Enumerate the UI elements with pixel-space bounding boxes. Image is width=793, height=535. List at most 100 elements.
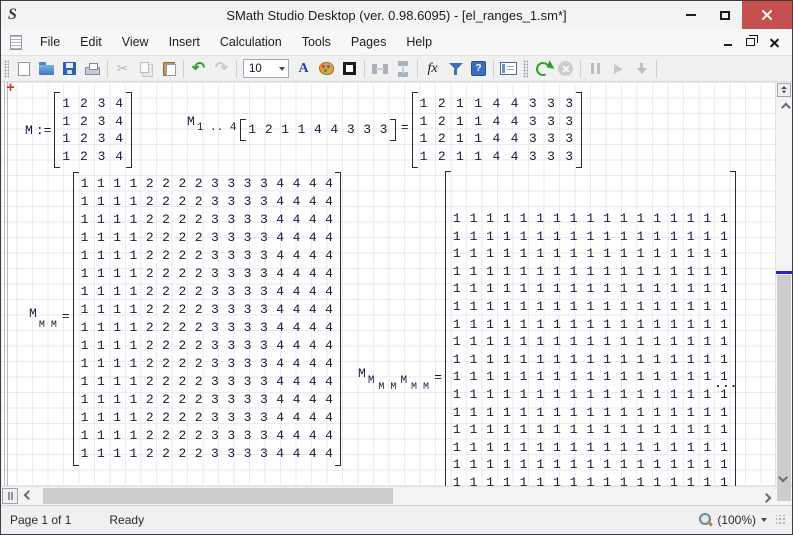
mdi-restore-icon[interactable] xyxy=(746,38,755,46)
expression-m-definition[interactable]: M := 1 2 3 4 1 2 3 4 1 2 3 4 1 2 3 4 xyxy=(25,92,132,168)
insert-function-button[interactable]: fx xyxy=(421,58,444,79)
palette-icon xyxy=(319,62,334,75)
menu-bar: File Edit View Insert Calculation Tools … xyxy=(1,29,792,56)
result-matrix-4x9: 1 2 1 1 4 4 3 3 3 1 2 1 1 4 4 3 3 3 1 2 … xyxy=(412,92,583,168)
recalculate-button[interactable] xyxy=(531,58,554,79)
split-right-icon xyxy=(11,492,13,500)
cut-button[interactable]: ✂ xyxy=(111,58,134,79)
math-subscript: M M xyxy=(37,320,59,331)
pause-icon xyxy=(591,63,600,74)
menu-insert[interactable]: Insert xyxy=(159,29,210,55)
toolbar-grip[interactable] xyxy=(523,60,528,78)
border-button[interactable] xyxy=(338,58,361,79)
vertical-scrollbar[interactable] xyxy=(775,82,792,486)
menu-view[interactable]: View xyxy=(112,29,159,55)
close-button[interactable] xyxy=(742,1,792,29)
index-vector-matrix: 1 2 1 1 4 4 3 3 3 xyxy=(240,119,395,141)
pause-button[interactable] xyxy=(584,58,607,79)
save-button[interactable] xyxy=(58,58,81,79)
step-button[interactable] xyxy=(630,58,653,79)
toolbar-separator xyxy=(580,60,581,78)
chevron-left-icon xyxy=(23,490,33,500)
chevron-up-icon xyxy=(780,102,790,112)
font-size-combo[interactable]: 10 xyxy=(243,59,289,78)
background-color-button[interactable] xyxy=(315,58,338,79)
math-subscript: M xyxy=(398,375,409,387)
math-subscript-range: 1 .. 4 xyxy=(195,122,239,134)
step-down-icon xyxy=(637,63,647,74)
title-bar: S SMath Studio Desktop (ver. 0.98.6095) … xyxy=(1,1,792,29)
chevron-right-icon xyxy=(761,492,771,502)
vertical-scroll-track[interactable] xyxy=(776,116,792,468)
minimize-button[interactable] xyxy=(674,1,708,29)
paste-button[interactable] xyxy=(157,58,180,79)
scroll-left-button[interactable] xyxy=(19,487,37,505)
clipboard-icon xyxy=(163,62,175,76)
toolbar-grip[interactable] xyxy=(4,60,9,78)
align-horizontal-button[interactable] xyxy=(368,58,391,79)
vertical-scroll-thumb[interactable] xyxy=(777,275,791,501)
font-size-dropdown[interactable] xyxy=(275,60,288,77)
print-button[interactable] xyxy=(81,58,104,79)
menu-pages[interactable]: Pages xyxy=(341,29,396,55)
toolbar-separator xyxy=(236,60,237,78)
toolbar: ✂ ↶ ↷ 10 A fx ? xyxy=(1,56,792,82)
expression-nested-index[interactable]: M M M M M M M = 1 1 1 1 1 1 1 1 1 1 1 1 … xyxy=(358,171,736,486)
split-up-icon xyxy=(781,86,787,89)
toolbar-separator xyxy=(364,60,365,78)
page-indicator: Page 1 of 1 xyxy=(10,513,71,527)
menu-edit[interactable]: Edit xyxy=(70,29,112,55)
resize-grip[interactable] xyxy=(776,515,786,525)
open-button[interactable] xyxy=(35,58,58,79)
menu-file[interactable]: File xyxy=(30,29,70,55)
math-subscript: M M xyxy=(409,382,431,393)
scroll-right-button[interactable] xyxy=(757,487,775,505)
split-view-button-horizontal[interactable] xyxy=(2,488,18,504)
result-matrix-truncated: 1 1 1 1 1 1 1 1 1 1 1 1 1 1 1 1 1 1 1 1 … xyxy=(445,171,737,486)
math-variable: M xyxy=(358,366,366,381)
zoom-dropdown-icon[interactable] xyxy=(761,518,767,522)
worksheet-canvas[interactable]: + M := 1 2 3 4 1 2 3 4 1 2 3 4 1 2 3 4 M… xyxy=(1,82,775,486)
menu-calculation[interactable]: Calculation xyxy=(210,29,292,55)
split-view-button[interactable] xyxy=(777,83,791,97)
menu-tools[interactable]: Tools xyxy=(292,29,341,55)
undo-button[interactable]: ↶ xyxy=(187,58,210,79)
align-vertical-button[interactable] xyxy=(391,58,414,79)
function-fx-icon: fx xyxy=(427,61,437,77)
insert-filter-button[interactable] xyxy=(444,58,467,79)
interrupt-button[interactable] xyxy=(554,58,577,79)
zoom-magnifier-icon[interactable] xyxy=(698,513,712,527)
expression-index-range[interactable]: M 1 .. 4 1 2 1 1 4 4 3 3 3 = 1 2 1 1 4 4… xyxy=(187,92,582,168)
scroll-up-button[interactable] xyxy=(776,98,792,116)
result-matrix-16x16: 1 1 1 1 2 2 2 2 3 3 3 3 4 4 4 4 1 1 1 1 … xyxy=(73,172,342,466)
mdi-minimize-icon[interactable] xyxy=(724,44,732,46)
align-horizontal-icon xyxy=(372,64,388,74)
horizontal-ellipsis: ... xyxy=(714,376,737,391)
font-color-button[interactable]: A xyxy=(292,58,315,79)
show-panels-button[interactable] xyxy=(497,58,520,79)
scroll-position-marker xyxy=(776,271,792,274)
insertion-cursor: + xyxy=(6,82,15,97)
reference-book-button[interactable]: ? xyxy=(467,58,490,79)
horizontal-scroll-track[interactable] xyxy=(37,487,757,505)
expression-m-indexed-by-mm[interactable]: M M M = 1 1 1 1 2 2 2 2 3 3 3 3 4 4 4 4 … xyxy=(29,172,341,466)
toolbar-separator xyxy=(493,60,494,78)
matrix-4x4: 1 2 3 4 1 2 3 4 1 2 3 4 1 2 3 4 xyxy=(54,92,132,168)
math-subscript: M M xyxy=(376,382,398,393)
zoom-level[interactable]: (100%) xyxy=(717,513,756,527)
mdi-close-icon[interactable] xyxy=(769,37,780,48)
toolbar-separator xyxy=(107,60,108,78)
math-variable: M xyxy=(25,123,33,138)
maximize-button[interactable] xyxy=(708,1,742,29)
app-logo-icon: S xyxy=(8,6,17,24)
font-size-value: 10 xyxy=(244,63,275,75)
redo-button[interactable]: ↷ xyxy=(210,58,233,79)
horizontal-scroll-thumb[interactable] xyxy=(43,488,393,504)
debug-run-button[interactable] xyxy=(607,58,630,79)
menu-help[interactable]: Help xyxy=(396,29,442,55)
copy-button[interactable] xyxy=(134,58,157,79)
reference-book-icon: ? xyxy=(471,61,486,76)
smath-window: S SMath Studio Desktop (ver. 0.98.6095) … xyxy=(0,0,793,535)
new-button[interactable] xyxy=(12,58,35,79)
horizontal-scrollbar[interactable] xyxy=(1,486,792,505)
